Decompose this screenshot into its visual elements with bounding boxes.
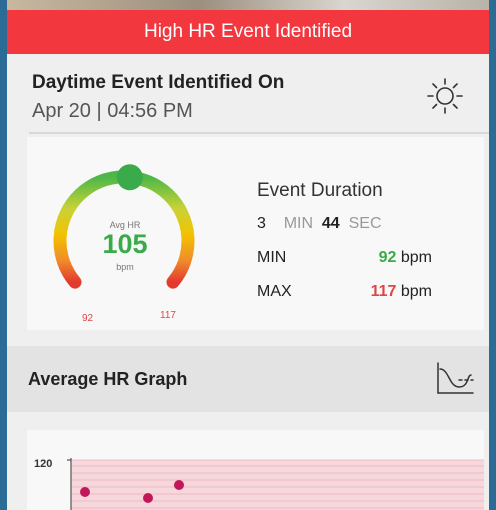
duration-row: 3 MIN 44 SEC [257,215,382,233]
gauge-max-label: 117 [160,310,176,321]
sun-icon [427,78,463,114]
max-label: MAX [257,283,292,300]
avg-hr-value: 105 [102,229,148,259]
data-point [174,480,184,490]
duration-seconds: 44 [321,215,340,232]
max-value: 117 [370,283,397,300]
duration-minutes-unit: MIN [283,215,314,232]
duration-minutes: 3 [257,215,266,232]
data-point [80,487,90,497]
event-duration-title: Event Duration [257,180,383,201]
graph-plot [67,458,484,510]
avg-hr-unit: bpm [116,262,134,272]
min-label: MIN [257,249,287,266]
min-value: 92 [378,249,397,266]
curve-chart-icon[interactable] [435,361,475,397]
graph-header: Average HR Graph [7,346,489,412]
duration-seconds-unit: SEC [348,215,382,232]
event-date: Apr 20 | 04:56 PM [32,100,193,122]
event-header: Daytime Event Identified On Apr 20 | 04:… [7,54,489,136]
event-banner: High HR Event Identified [7,10,489,54]
event-title: Daytime Event Identified On [32,72,285,93]
avg-hr-graph: 120 [27,430,484,510]
max-unit: bpm [400,283,432,300]
header-divider [29,132,489,134]
gauge-knob [116,164,143,191]
graph-title: Average HR Graph [28,369,188,389]
gauge-min-label: 92 [82,313,94,324]
data-point [143,493,153,503]
min-unit: bpm [400,249,432,266]
event-panel: High HR Event Identified Daytime Event I… [7,10,489,510]
banner-title: High HR Event Identified [143,21,353,42]
background-strip [7,0,489,10]
y-tick-label: 120 [34,458,53,470]
summary-card: Avg HR 105 bpm 92 117 Event Duration 3 M… [27,137,484,330]
